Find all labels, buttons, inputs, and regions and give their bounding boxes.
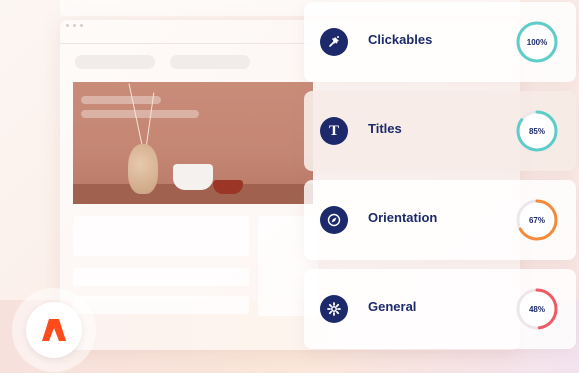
compass-icon [320, 206, 348, 234]
audit-row-label: General [368, 299, 417, 314]
audit-row-orientation[interactable]: Orientation 67% [304, 180, 576, 260]
audit-row-clickables[interactable]: Clickables 100% [304, 2, 576, 82]
pointer-click-icon [320, 28, 348, 56]
audit-row-titles[interactable]: T Titles 85% [304, 91, 576, 171]
window-dots [66, 24, 83, 27]
title-t-icon: T [320, 117, 348, 145]
mockup-card-placeholder [73, 296, 249, 314]
mockup-divider [60, 43, 310, 44]
score-value: 100% [526, 37, 548, 47]
audit-row-label: Orientation [368, 210, 438, 225]
score-value: 67% [528, 215, 545, 225]
accessibility-logo-icon[interactable] [26, 302, 82, 358]
mockup-nav-placeholder [75, 55, 155, 69]
audit-row-label: Clickables [368, 32, 433, 47]
mockup-card-placeholder [73, 216, 249, 256]
score-value: 85% [528, 126, 545, 136]
score-value: 48% [528, 304, 545, 314]
audit-row-general[interactable]: General 48% [304, 269, 576, 349]
audit-row-label: Titles [368, 121, 402, 136]
mockup-nav-placeholder [170, 55, 250, 69]
mockup-card-placeholder [73, 268, 249, 286]
gear-icon [320, 295, 348, 323]
hero-image [73, 82, 313, 204]
